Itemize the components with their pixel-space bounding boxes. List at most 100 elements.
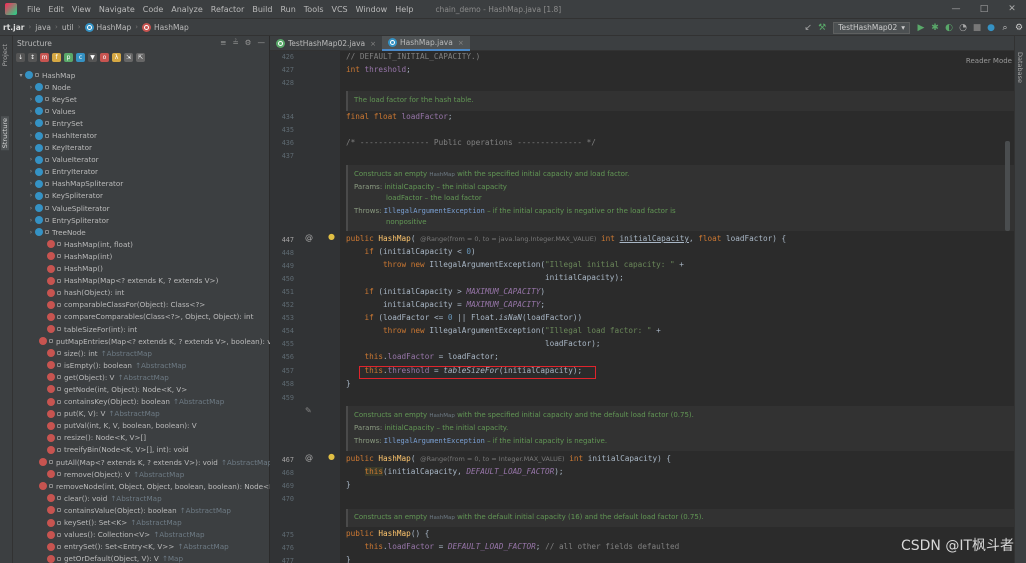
menu-tools[interactable]: Tools <box>300 5 328 14</box>
tree-method-item[interactable]: get(Object): V ↑AbstractMap <box>13 371 270 383</box>
settings-icon[interactable]: ⚙ <box>1012 23 1026 33</box>
sort-alpha-icon[interactable]: ↓ <box>16 52 25 62</box>
tree-method-item[interactable]: putMapEntries(Map<? extends K, ? extends… <box>13 335 270 347</box>
tree-class-item[interactable]: › KeySet <box>13 93 270 105</box>
expand-arrow-icon[interactable]: › <box>27 156 35 163</box>
gear-icon[interactable]: ⚙ <box>245 36 252 50</box>
breadcrumb-hashmap-member[interactable]: HashMap <box>139 22 192 32</box>
expand-arrow-icon[interactable]: › <box>27 144 35 151</box>
tree-method-item[interactable]: putAll(Map<? extends K, ? extends V>): v… <box>13 456 270 468</box>
run-configuration-select[interactable]: TestHashMap02 ▾ <box>833 21 910 34</box>
expand-arrow-icon[interactable]: › <box>27 192 35 199</box>
tree-method-item[interactable]: removeNode(int, Object, Object, boolean,… <box>13 480 270 492</box>
expand-arrow-icon[interactable]: › <box>27 205 35 212</box>
menu-navigate[interactable]: Navigate <box>95 5 139 14</box>
tree-class-item[interactable]: › Values <box>13 105 270 117</box>
show-anonymous-icon[interactable]: o <box>100 52 109 62</box>
bulb-icon[interactable]: ● <box>328 452 335 461</box>
expand-arrow-icon[interactable]: › <box>27 217 35 224</box>
override-marker-icon[interactable]: @ <box>305 233 313 242</box>
menu-file[interactable]: File <box>23 5 44 14</box>
close-tab-icon[interactable]: × <box>458 39 464 47</box>
tree-method-item[interactable]: clear(): void ↑AbstractMap <box>13 492 270 504</box>
close-button[interactable]: ✕ <box>998 0 1026 19</box>
autoscroll-from-source-icon[interactable]: ⇱ <box>136 52 145 62</box>
tree-class-item[interactable]: › KeyIterator <box>13 142 270 154</box>
run-icon[interactable]: ▶ <box>914 23 928 33</box>
sort-visibility-icon[interactable]: ↕ <box>28 52 37 62</box>
show-fields-icon[interactable]: f <box>52 52 61 62</box>
tree-method-item[interactable]: resize(): Node<K, V>[] <box>13 432 270 444</box>
hammer-icon[interactable]: ⚒ <box>815 23 829 33</box>
tree-method-item[interactable]: size(): int ↑AbstractMap <box>13 347 270 359</box>
expand-arrow-icon[interactable]: › <box>27 180 35 187</box>
tree-class-item[interactable]: › EntrySet <box>13 117 270 129</box>
reader-mode-label[interactable]: Reader Mode <box>966 57 1012 65</box>
tree-class-item[interactable]: › HashMapSpliterator <box>13 178 270 190</box>
tree-class-item[interactable]: › EntrySpliterator <box>13 214 270 226</box>
avatar-icon[interactable]: ● <box>984 23 998 33</box>
show-properties-icon[interactable]: p <box>64 52 73 62</box>
menu-run[interactable]: Run <box>276 5 299 14</box>
show-lambdas-icon[interactable]: λ <box>112 52 121 62</box>
arrow-left-icon[interactable]: ↙ <box>801 23 815 33</box>
tree-method-item[interactable]: getNode(int, Object): Node<K, V> <box>13 383 270 395</box>
show-inherited-icon[interactable]: c <box>76 52 85 62</box>
filter-icon[interactable]: ▼ <box>88 52 97 62</box>
tree-method-item[interactable]: hash(Object): int <box>13 287 270 299</box>
menu-edit[interactable]: Edit <box>44 5 68 14</box>
editor-scrollbar[interactable] <box>1005 141 1010 231</box>
edit-doc-icon[interactable]: ✎ <box>305 406 312 415</box>
database-tool-tab[interactable]: Database <box>1016 50 1024 85</box>
tree-method-item[interactable]: remove(Object): V ↑AbstractMap <box>13 468 270 480</box>
tree-method-item[interactable]: isEmpty(): boolean ↑AbstractMap <box>13 359 270 371</box>
breadcrumb-java[interactable]: java <box>32 23 54 32</box>
tab-hashmap[interactable]: HashMap.java × <box>382 36 470 51</box>
menu-code[interactable]: Code <box>139 5 167 14</box>
expand-arrow-icon[interactable]: › <box>27 84 35 91</box>
tree-method-item[interactable]: HashMap() <box>13 263 270 275</box>
breadcrumb-util[interactable]: util <box>59 23 77 32</box>
tree-method-item[interactable]: containsKey(Object): boolean ↑AbstractMap <box>13 396 270 408</box>
autoscroll-to-source-icon[interactable]: ⇲ <box>124 52 133 62</box>
tree-method-item[interactable]: HashMap(int) <box>13 250 270 262</box>
code-editor[interactable]: 426 427 428 434 435 436 437 447 448 449 … <box>270 51 1026 563</box>
collapse-all-icon[interactable]: ≟ <box>232 36 238 50</box>
breadcrumb-rt-jar[interactable]: rt.jar <box>0 23 27 32</box>
tree-class-item[interactable]: › KeySpliterator <box>13 190 270 202</box>
tab-testhashmap02[interactable]: TestHashMap02.java × <box>270 36 382 51</box>
profile-icon[interactable]: ◔ <box>956 23 970 33</box>
breadcrumb-hashmap-class[interactable]: HashMap <box>82 22 135 32</box>
tree-method-item[interactable]: compareComparables(Class<?>, Object, Obj… <box>13 311 270 323</box>
tree-method-item[interactable]: put(K, V): V ↑AbstractMap <box>13 408 270 420</box>
tree-class-item[interactable]: › TreeNode <box>13 226 270 238</box>
tree-method-item[interactable]: getOrDefault(Object, V): V ↑Map <box>13 553 270 563</box>
menu-build[interactable]: Build <box>248 5 276 14</box>
bulb-icon[interactable]: ● <box>328 232 335 241</box>
tree-method-item[interactable]: HashMap(Map<? extends K, ? extends V>) <box>13 275 270 287</box>
tree-class-item[interactable]: › EntryIterator <box>13 166 270 178</box>
close-tab-icon[interactable]: × <box>370 40 376 48</box>
project-tool-tab[interactable]: Project <box>1 42 9 68</box>
tree-method-item[interactable]: treeifyBin(Node<K, V>[], int): void <box>13 444 270 456</box>
tree-method-item[interactable]: values(): Collection<V> ↑AbstractMap <box>13 529 270 541</box>
menu-help[interactable]: Help <box>391 5 417 14</box>
expand-arrow-icon[interactable]: ▾ <box>17 72 25 79</box>
menu-refactor[interactable]: Refactor <box>207 5 249 14</box>
hide-icon[interactable]: — <box>258 36 266 50</box>
search-icon[interactable]: ⌕ <box>998 23 1012 33</box>
tree-class-item[interactable]: › HashIterator <box>13 129 270 141</box>
structure-tool-tab[interactable]: Structure <box>1 116 9 151</box>
tree-class-item[interactable]: › Node <box>13 81 270 93</box>
tree-method-item[interactable]: tableSizeFor(int): int <box>13 323 270 335</box>
coverage-icon[interactable]: ◐ <box>942 23 956 33</box>
expand-arrow-icon[interactable]: › <box>27 108 35 115</box>
debug-icon[interactable]: ✱ <box>928 23 942 33</box>
tree-class-item[interactable]: › ValueSpliterator <box>13 202 270 214</box>
menu-view[interactable]: View <box>68 5 95 14</box>
menu-window[interactable]: Window <box>352 5 392 14</box>
show-methods-icon[interactable]: m <box>40 52 49 62</box>
tree-root-item[interactable]: ▾ HashMap <box>13 69 270 81</box>
tree-method-item[interactable]: keySet(): Set<K> ↑AbstractMap <box>13 516 270 528</box>
minimize-button[interactable]: — <box>942 0 970 19</box>
